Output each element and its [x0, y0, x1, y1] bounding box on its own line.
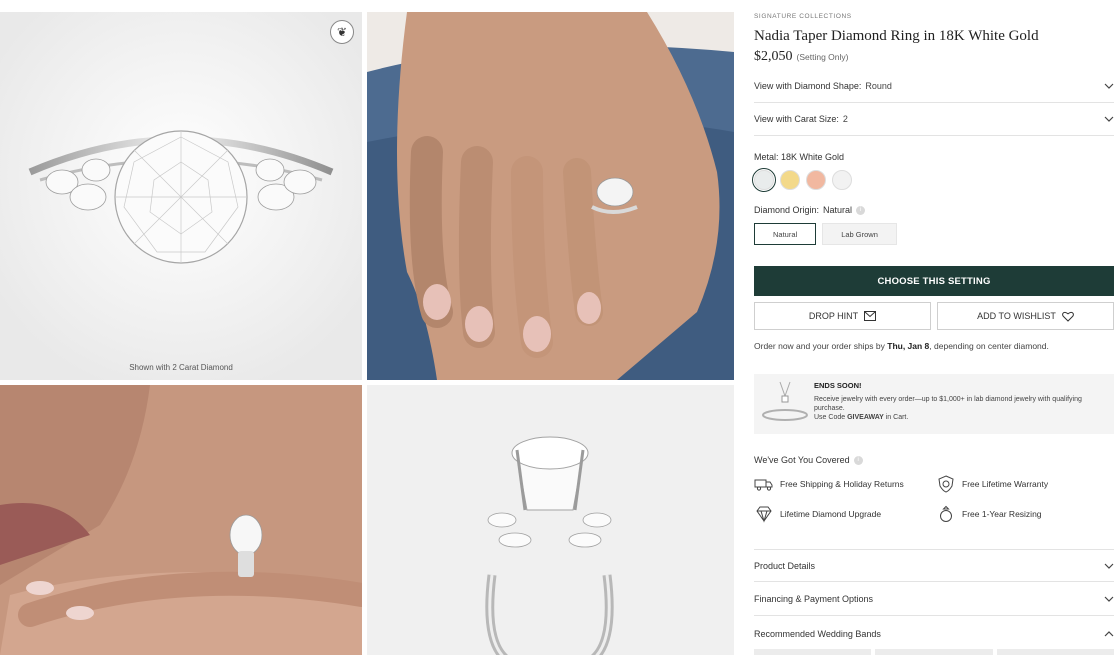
product-image-hand-model[interactable] — [367, 12, 734, 380]
promo-code: GIVEAWAY — [847, 414, 884, 421]
perk-diamond-upgrade: Lifetime Diamond Upgrade — [754, 505, 881, 523]
envelope-icon — [864, 311, 877, 321]
diamond-icon — [754, 505, 774, 523]
chevron-down-icon — [1104, 81, 1114, 91]
metal-label: Metal: 18K White Gold — [754, 152, 845, 162]
ring-front-illustration — [0, 12, 362, 380]
diamond-origin-label: Diamond Origin: Natural i — [754, 205, 866, 215]
promo-title: ENDS SOON! — [814, 381, 862, 390]
product-image-ring-side[interactable] — [367, 385, 734, 655]
origin-natural-button[interactable]: Natural — [754, 223, 817, 245]
origin-lab-grown-button[interactable]: Lab Grown — [822, 223, 897, 245]
drop-hint-button[interactable]: DROP HINT — [754, 302, 931, 330]
accordion-label: Recommended Wedding Bands — [754, 628, 881, 639]
band-thumbnail[interactable] — [875, 649, 993, 655]
swatch-rose-gold[interactable] — [806, 170, 826, 190]
metal-value: 18K White Gold — [781, 152, 845, 162]
carat-size-label: View with Carat Size: 2 — [754, 114, 848, 124]
ring-icon — [936, 505, 956, 523]
chevron-up-icon — [1104, 629, 1114, 639]
diamond-shape-value: Round — [865, 81, 892, 91]
perk-resizing: Free 1-Year Resizing — [936, 505, 1042, 523]
wedding-band-thumbnails — [754, 649, 1114, 655]
carat-size-value: 2 — [842, 114, 848, 124]
secondary-actions: DROP HINT ADD TO WISHLIST — [754, 302, 1114, 330]
swatch-white-gold[interactable] — [752, 168, 776, 192]
diamond-shape-selector[interactable]: View with Diamond Shape: Round — [754, 70, 1114, 103]
add-to-wishlist-button[interactable]: ADD TO WISHLIST — [937, 302, 1114, 330]
diamond-origin-toggle: Natural Lab Grown — [754, 223, 897, 245]
product-image-ring-front[interactable]: ❦ Shown with 2 Carat Diamond — [0, 12, 362, 380]
bracelet-necklace-icon — [762, 381, 808, 421]
hand-ring-icon[interactable]: ❦ — [330, 20, 354, 44]
truck-icon — [754, 475, 774, 493]
shield-icon — [936, 475, 956, 493]
promo-banner[interactable]: ENDS SOON! Receive jewelry with every or… — [754, 374, 1114, 434]
accordion-label: Financing & Payment Options — [754, 594, 874, 604]
product-info-panel: SIGNATURE COLLECTIONS Nadia Taper Diamon… — [752, 0, 1114, 655]
shipping-estimate: Order now and your order ships by Thu, J… — [754, 341, 1049, 351]
accordion-financing[interactable]: Financing & Payment Options — [754, 583, 1114, 616]
drop-hint-label: DROP HINT — [808, 311, 859, 321]
hand-on-denim-photo — [367, 12, 734, 380]
promo-body: Receive jewelry with every order—up to $… — [814, 396, 1082, 421]
metal-swatches — [752, 168, 852, 192]
accordion-label: Product Details — [754, 560, 816, 571]
band-thumbnail[interactable] — [996, 649, 1114, 655]
product-title: Nadia Taper Diamond Ring in 18K White Go… — [754, 28, 1039, 44]
hand-near-face-photo — [0, 385, 362, 655]
accordion-wedding-bands[interactable]: Recommended Wedding Bands — [754, 617, 1114, 650]
band-thumbnail[interactable] — [754, 649, 872, 655]
ship-date: Thu, Jan 8 — [887, 341, 930, 351]
choose-setting-button[interactable]: CHOOSE THIS SETTING — [754, 266, 1114, 296]
swatch-platinum[interactable] — [832, 170, 852, 190]
product-price: $2,050 (Setting Only) — [754, 49, 848, 65]
info-icon[interactable]: i — [856, 205, 866, 215]
image-caption: Shown with 2 Carat Diamond — [129, 363, 233, 372]
price-value: $2,050 — [754, 49, 793, 64]
diamond-origin-value: Natural — [823, 205, 853, 215]
ring-side-illustration — [367, 385, 734, 655]
wishlist-label: ADD TO WISHLIST — [977, 311, 1056, 321]
carat-size-selector[interactable]: View with Carat Size: 2 — [754, 103, 1114, 136]
covered-title: We've Got You Covered i — [754, 455, 863, 465]
chevron-down-icon — [1104, 594, 1114, 604]
accordion-product-details[interactable]: Product Details — [754, 549, 1114, 582]
price-note: (Setting Only) — [796, 52, 849, 62]
chevron-down-icon — [1104, 561, 1114, 571]
collection-eyebrow[interactable]: SIGNATURE COLLECTIONS — [754, 13, 852, 20]
swatch-yellow-gold[interactable] — [780, 170, 800, 190]
perk-lifetime-warranty: Free Lifetime Warranty — [936, 475, 1048, 493]
heart-icon — [1061, 311, 1074, 322]
diamond-shape-label: View with Diamond Shape: Round — [754, 81, 892, 91]
info-icon[interactable]: i — [853, 455, 863, 465]
product-image-hand-face[interactable] — [0, 385, 362, 655]
chevron-down-icon — [1104, 114, 1114, 124]
perk-free-shipping: Free Shipping & Holiday Returns — [754, 475, 904, 493]
